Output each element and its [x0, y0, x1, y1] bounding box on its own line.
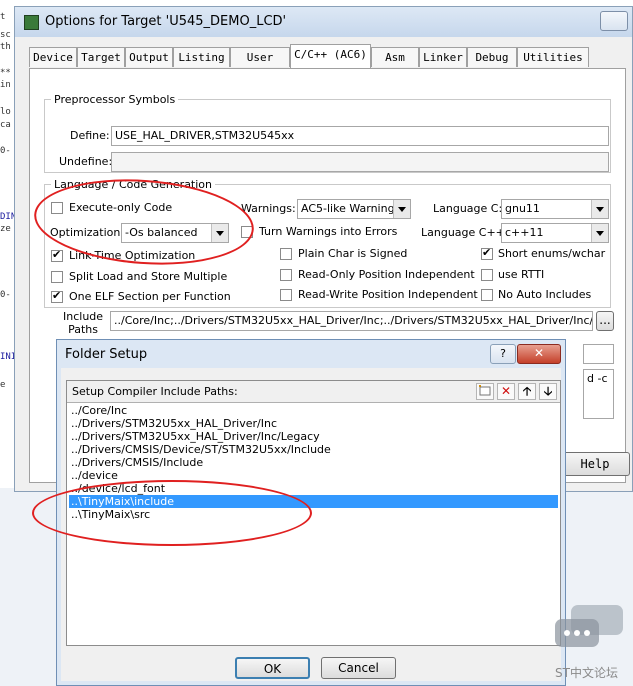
include-paths-browse-button[interactable]: ... [596, 311, 614, 331]
editor-snippet: in [0, 80, 11, 90]
folder-setup-title: Folder Setup [65, 347, 148, 362]
tab-output[interactable]: Output [125, 47, 173, 67]
include-paths-label: Include Paths [63, 310, 104, 336]
editor-snippet: t [0, 12, 6, 22]
plain-char-label: Plain Char is Signed [298, 247, 408, 260]
tab-user[interactable]: User [230, 47, 290, 67]
tab-linker[interactable]: Linker [419, 47, 467, 67]
include-paths-input[interactable]: ../Core/Inc;../Drivers/STM32U5xx_HAL_Dri… [110, 311, 593, 331]
chevron-down-icon [591, 224, 608, 242]
include-paths-list-header: Setup Compiler Include Paths: ✕ 🡡 🡣 [67, 381, 560, 403]
help-button[interactable]: Help [560, 452, 630, 476]
chevron-down-icon [393, 200, 410, 218]
rwpi-checkbox[interactable] [280, 289, 292, 301]
ropi-label: Read-Only Position Independent [298, 268, 475, 281]
tab-device[interactable]: Device [29, 47, 77, 67]
no-auto-includes-label: No Auto Includes [498, 288, 592, 301]
tab-target[interactable]: Target [77, 47, 125, 67]
dialog-titlebar: Options for Target 'U545_DEMO_LCD' [15, 7, 632, 37]
move-up-icon[interactable]: 🡡 [518, 383, 536, 400]
move-down-icon[interactable]: 🡣 [539, 383, 557, 400]
define-label: Define: [70, 129, 110, 142]
preprocessor-group-label: Preprocessor Symbols [54, 93, 176, 106]
warnings-select[interactable]: AC5-like Warnings [297, 199, 411, 219]
compiler-control-partial: d -c [587, 372, 608, 385]
define-input[interactable]: USE_HAL_DRIVER,STM32U545xx [111, 126, 609, 146]
tab-c-cpp-ac6[interactable]: C/C++ (AC6) [290, 44, 371, 68]
editor-snippet: 0- [0, 290, 11, 300]
no-auto-includes-checkbox[interactable] [481, 289, 493, 301]
editor-snippet: lo [0, 107, 11, 117]
one-elf-label: One ELF Section per Function [69, 290, 231, 303]
editor-snippet: 0- [0, 146, 11, 156]
minimize-button[interactable] [600, 11, 628, 31]
folder-setup-help-button[interactable]: ? [490, 344, 516, 364]
folder-setup-close-button[interactable]: ✕ [517, 344, 561, 364]
misc-controls-input[interactable] [583, 344, 614, 364]
tab-debug[interactable]: Debug [467, 47, 517, 67]
use-rtti-checkbox[interactable] [481, 269, 493, 281]
tab-utilities[interactable]: Utilities [517, 47, 589, 67]
dialog-title: Options for Target 'U545_DEMO_LCD' [45, 14, 287, 29]
chat-bubble-icon [555, 605, 625, 655]
plain-char-checkbox[interactable] [280, 248, 292, 260]
list-item[interactable]: ../Core/Inc [69, 404, 558, 417]
lto-checkbox[interactable] [51, 248, 63, 262]
turn-warnings-label: Turn Warnings into Errors [259, 225, 398, 238]
app-icon [24, 15, 39, 30]
editor-snippet: th [0, 42, 11, 52]
undefine-input[interactable] [111, 152, 609, 172]
tab-listing[interactable]: Listing [173, 47, 230, 67]
annotation-circle-tinymaix [32, 480, 312, 546]
short-enums-checkbox[interactable] [481, 246, 493, 260]
undefine-label: Undefine: [59, 155, 113, 168]
compiler-control-string: d -c [583, 369, 614, 419]
list-item[interactable]: ../Drivers/CMSIS/Device/ST/STM32U5xx/Inc… [69, 443, 558, 456]
editor-snippet: ze [0, 224, 11, 234]
watermark-text: ST中文论坛 [555, 666, 618, 680]
delete-icon[interactable]: ✕ [497, 383, 515, 400]
editor-snippet: ** [0, 68, 11, 78]
list-item[interactable]: ../Drivers/STM32U5xx_HAL_Driver/Inc/Lega… [69, 430, 558, 443]
new-folder-icon[interactable] [476, 383, 494, 400]
list-item[interactable]: ../Drivers/CMSIS/Include [69, 456, 558, 469]
editor-snippet: ca [0, 120, 11, 130]
cancel-button[interactable]: Cancel [321, 657, 396, 679]
language-cpp-select[interactable]: c++11 [501, 223, 609, 243]
warnings-value: AC5-like Warnings [301, 202, 401, 215]
language-cpp-label: Language C++: [421, 226, 509, 239]
ropi-checkbox[interactable] [280, 269, 292, 281]
language-c-select[interactable]: gnu11 [501, 199, 609, 219]
language-cpp-value: c++11 [505, 226, 544, 239]
split-load-label: Split Load and Store Multiple [69, 270, 228, 283]
short-enums-label: Short enums/wchar [498, 247, 606, 260]
language-c-label: Language C: [433, 202, 503, 215]
list-item[interactable]: ../Drivers/STM32U5xx_HAL_Driver/Inc [69, 417, 558, 430]
warnings-label: Warnings: [241, 202, 296, 215]
split-load-checkbox[interactable] [51, 271, 63, 283]
include-paths-list-title: Setup Compiler Include Paths: [72, 385, 238, 398]
ok-button[interactable]: OK [235, 657, 310, 679]
tab-asm[interactable]: Asm [371, 47, 419, 67]
rwpi-label: Read-Write Position Independent [298, 288, 478, 301]
language-c-value: gnu11 [505, 202, 540, 215]
use-rtti-label: use RTTI [498, 268, 545, 281]
editor-snippet: e [0, 380, 6, 390]
preprocessor-group: Preprocessor Symbols Define: USE_HAL_DRI… [44, 93, 611, 173]
editor-snippet: sc [0, 30, 11, 40]
chevron-down-icon [591, 200, 608, 218]
one-elf-checkbox[interactable] [51, 289, 63, 303]
